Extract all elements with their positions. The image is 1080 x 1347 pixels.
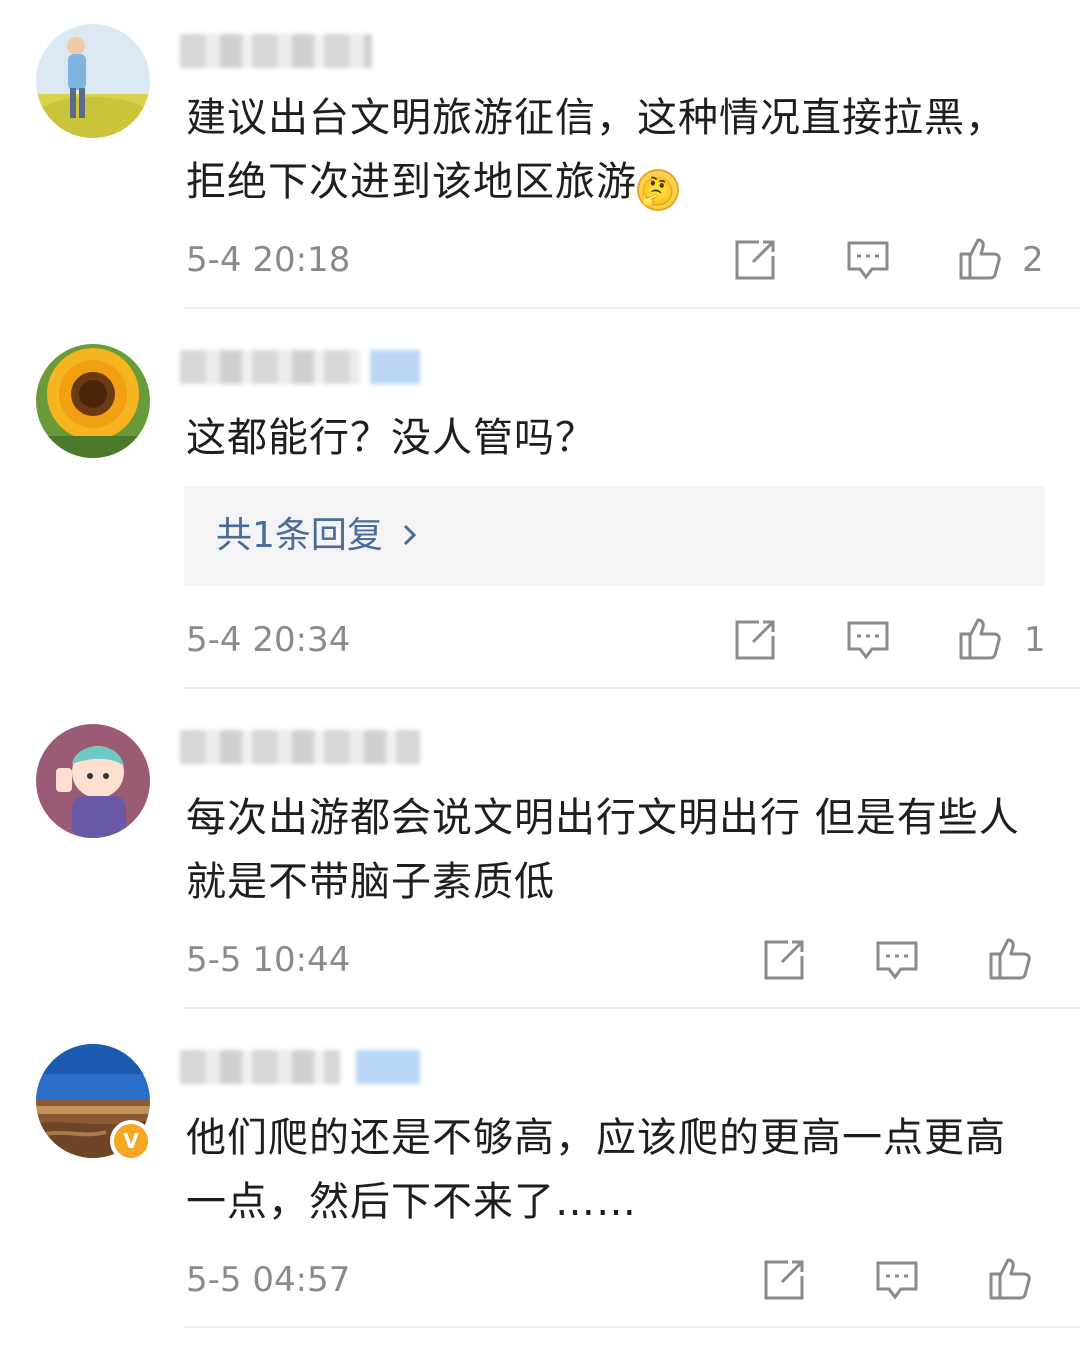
share-icon[interactable] — [733, 618, 777, 662]
verified-badge-text: V — [123, 1129, 139, 1153]
comment-item: 用户 这都能行？没人管吗？ 共1条回复 5-4 20:34 1 — [0, 310, 1080, 690]
comment-icon[interactable] — [875, 938, 919, 982]
thumbs-up-icon[interactable] — [958, 616, 1002, 660]
username-blurred[interactable]: 用户 — [180, 1050, 340, 1084]
comment-text: 他们爬的还是不够高，应该爬的更高一点更高一点，然后下不来了…… — [186, 1115, 1006, 1225]
share-icon[interactable] — [733, 238, 777, 282]
thinking-face-icon: 🤔 — [637, 169, 679, 211]
divider — [184, 307, 1080, 309]
share-icon[interactable] — [762, 1258, 806, 1302]
avatar[interactable] — [36, 344, 150, 458]
share-icon[interactable] — [762, 938, 806, 982]
chevron-right-icon — [402, 514, 418, 558]
like-count: 1 — [1024, 620, 1046, 660]
avatar[interactable] — [36, 24, 150, 138]
username-blurred[interactable]: 用户 — [180, 34, 372, 68]
divider — [184, 687, 1080, 689]
comment-text-content: 建议出台文明旅游征信，这种情况直接拉黑，拒绝下次进到该地区旅游 — [186, 95, 1006, 205]
comment-icon[interactable] — [875, 1258, 919, 1302]
reply-summary-link[interactable]: 共1条回复 — [216, 514, 418, 558]
thumbs-up-icon[interactable] — [988, 936, 1032, 980]
comment-time: 5-4 20:18 — [186, 240, 351, 280]
thumbs-up-icon[interactable] — [958, 236, 1002, 280]
comment-time: 5-4 20:34 — [186, 620, 351, 660]
comment-item: V 用户 他们爬的还是不够高，应该爬的更高一点更高一点，然后下不来了…… 5-5… — [0, 1010, 1080, 1347]
user-badge-blurred — [370, 350, 420, 384]
avatar[interactable] — [36, 724, 150, 838]
divider — [184, 1326, 1080, 1328]
comment-item: 用户 建议出台文明旅游征信，这种情况直接拉黑，拒绝下次进到该地区旅游🤔 5-4 … — [0, 0, 1080, 310]
username-blurred[interactable]: 用户 — [180, 350, 360, 384]
comment-text: 每次出游都会说文明出行文明出行 但是有些人就是不带脑子素质低 — [186, 795, 1020, 905]
like-count: 2 — [1022, 240, 1044, 280]
comment-icon[interactable] — [846, 238, 890, 282]
comment-text: 这都能行？没人管吗？ — [186, 415, 596, 461]
comment-time: 5-5 10:44 — [186, 940, 351, 980]
divider — [184, 1007, 1080, 1009]
comment-icon[interactable] — [846, 618, 890, 662]
comment-text: 建议出台文明旅游征信，这种情况直接拉黑，拒绝下次进到该地区旅游 🤔 — [186, 86, 1040, 214]
reply-summary-box[interactable]: 共1条回复 — [184, 486, 1045, 586]
reply-summary-text: 共1条回复 — [216, 515, 383, 556]
user-badge-blurred — [356, 1050, 420, 1084]
verified-badge-icon: V — [110, 1120, 152, 1162]
username-blurred[interactable]: 用户 — [180, 730, 420, 764]
comment-item: 用户 每次出游都会说文明出行文明出行 但是有些人就是不带脑子素质低 5-5 10… — [0, 690, 1080, 1010]
comment-time: 5-5 04:57 — [186, 1260, 351, 1300]
thumbs-up-icon[interactable] — [988, 1256, 1032, 1300]
